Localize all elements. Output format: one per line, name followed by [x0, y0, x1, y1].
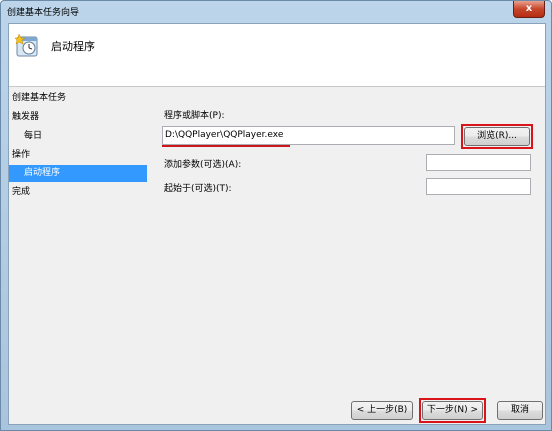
sidebar-item-finish[interactable]: 完成 — [12, 184, 30, 201]
start-in-label: 起始于(可选)(T): — [164, 184, 232, 194]
browse-highlight-frame — [461, 124, 533, 149]
cancel-button[interactable]: 取消 — [497, 401, 543, 420]
task-wizard-icon — [14, 33, 38, 57]
wizard-client: 启动程序 创建基本任务 触发器 每日 操作 启动程序 完成 程序或脚本(P): … — [8, 23, 546, 425]
sidebar-item-action[interactable]: 操作 — [12, 147, 30, 164]
sidebar-item-start-program[interactable]: 启动程序 — [9, 165, 147, 182]
window-title: 创建基本任务向导 — [7, 8, 80, 18]
sidebar-item-trigger[interactable]: 触发器 — [12, 109, 39, 126]
next-highlight-frame — [419, 398, 486, 423]
wizard-main-panel: 程序或脚本(P): D:\QQPlayer\QQPlayer.exe 浏览(R)… — [147, 87, 545, 424]
program-label: 程序或脚本(P): — [164, 111, 225, 121]
wizard-window: 创建基本任务向导 x 启动程序 创建基本任务 触发器 每日 操作 启动程序 完成… — [0, 0, 552, 431]
arguments-input[interactable] — [426, 154, 531, 171]
back-button[interactable]: < 上一步(B) — [351, 401, 413, 420]
page-title: 启动程序 — [51, 40, 95, 53]
start-in-input[interactable] — [426, 178, 531, 195]
title-bar[interactable]: 创建基本任务向导 x — [1, 1, 551, 23]
program-path-input[interactable]: D:\QQPlayer\QQPlayer.exe — [162, 126, 455, 145]
path-underline-annotation — [162, 145, 290, 147]
close-button[interactable]: x — [513, 1, 545, 18]
sidebar-item-create-basic-task[interactable]: 创建基本任务 — [12, 90, 66, 107]
wizard-header: 启动程序 — [9, 24, 545, 87]
wizard-steps-sidebar: 创建基本任务 触发器 每日 操作 启动程序 完成 — [9, 87, 147, 424]
sidebar-item-daily[interactable]: 每日 — [24, 128, 42, 145]
close-icon: x — [525, 3, 533, 14]
arguments-label: 添加参数(可选)(A): — [164, 160, 242, 170]
